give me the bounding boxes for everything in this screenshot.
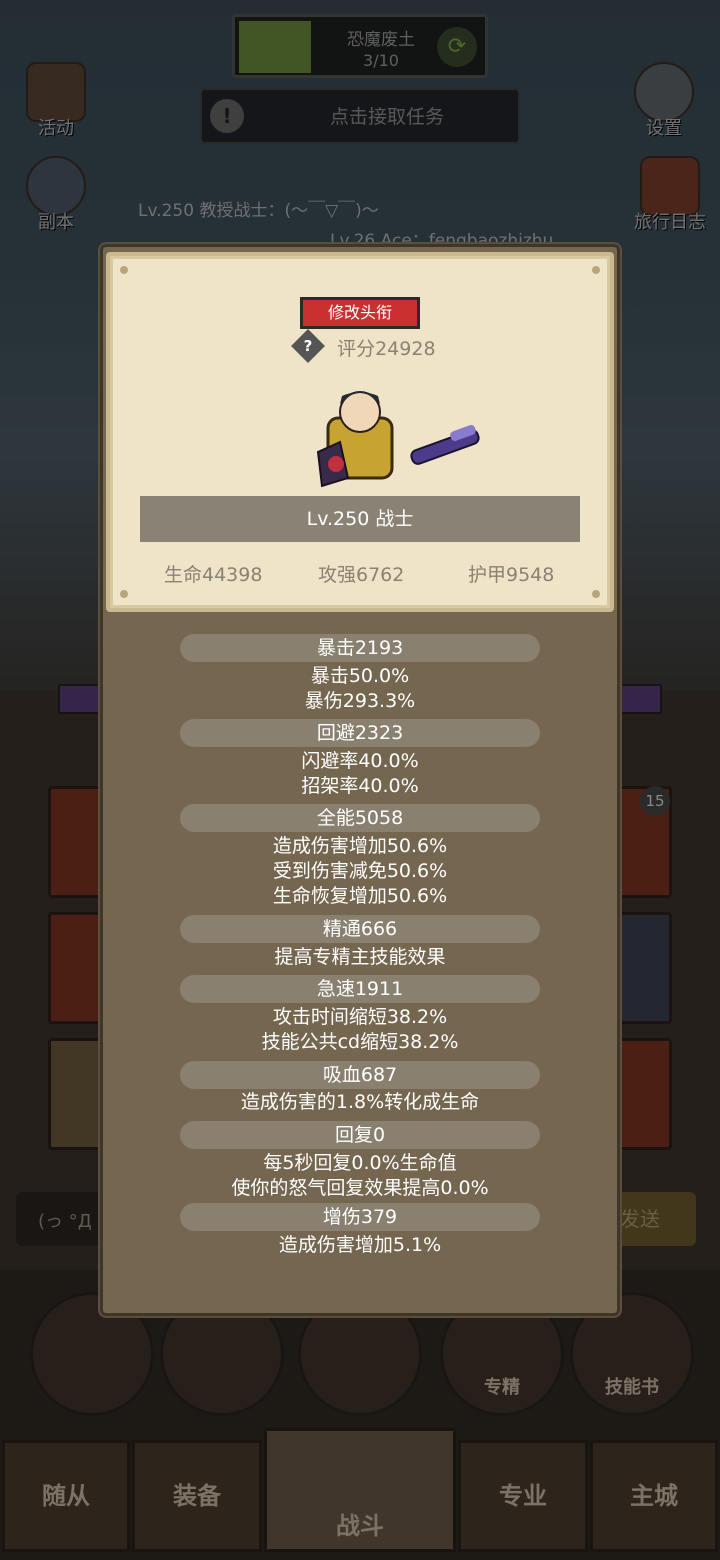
parry-rate: 招架率40.0% — [301, 775, 419, 797]
lifesteal-header: 吸血687 — [180, 1061, 540, 1089]
crit-rate: 暴击50.0% — [310, 665, 410, 687]
attack-power-stat: 攻强6762 — [318, 564, 405, 586]
score-row: ? 评分24928 — [291, 328, 436, 363]
damage-reduction: 受到伤害减免50.6% — [272, 860, 448, 882]
versatility-header: 全能5058 — [180, 804, 540, 832]
damage-increase: 造成伤害增加50.6% — [272, 835, 448, 857]
crit-damage: 暴伤293.3% — [304, 690, 416, 712]
nail-decoration — [592, 266, 600, 274]
nail-decoration — [592, 590, 600, 598]
mastery-effect: 提高专精主技能效果 — [274, 946, 446, 968]
warrior-avatar — [316, 391, 480, 488]
hp-stat: 生命44398 — [164, 564, 263, 586]
attack-time-reduction: 攻击时间缩短38.2% — [272, 1006, 448, 1028]
healing-increase: 生命恢复增加50.6% — [272, 885, 448, 907]
bonus-damage-header: 增伤379 — [180, 1203, 540, 1231]
haste-header: 急速1911 — [180, 975, 540, 1003]
nail-decoration — [120, 266, 128, 274]
bonus-damage-effect: 造成伤害增加5.1% — [278, 1234, 442, 1256]
armor-stat: 护甲9548 — [468, 564, 555, 586]
gcd-reduction: 技能公共cd缩短38.2% — [261, 1031, 459, 1053]
hp-regen: 每5秒回复0.0%生命值 — [263, 1152, 457, 1174]
regen-header: 回复0 — [180, 1121, 540, 1149]
character-name-bar: Lv.250 战士 — [140, 496, 580, 542]
lifesteal-effect: 造成伤害的1.8%转化成生命 — [240, 1091, 480, 1113]
change-title-button[interactable]: 修改头衔 — [300, 297, 420, 329]
mastery-header: 精通666 — [180, 915, 540, 943]
score-value: 评分24928 — [337, 338, 436, 360]
rage-regen: 使你的怒气回复效果提高0.0% — [231, 1177, 489, 1199]
avoidance-header: 回避2323 — [180, 719, 540, 747]
dodge-rate: 闪避率40.0% — [301, 750, 419, 772]
crit-header: 暴击2193 — [180, 634, 540, 662]
help-icon[interactable]: ? — [291, 328, 325, 363]
nail-decoration — [120, 590, 128, 598]
